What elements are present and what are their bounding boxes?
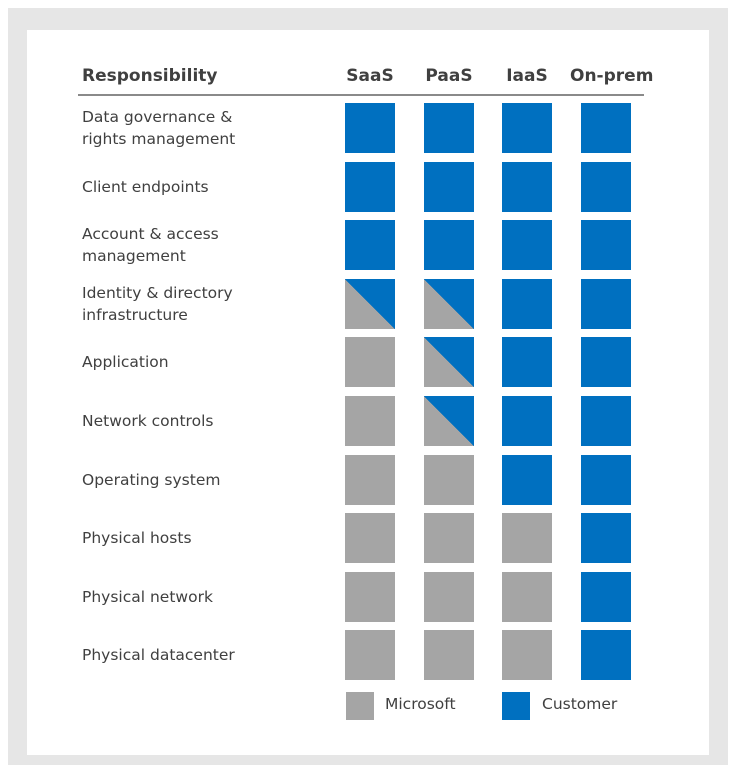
cell-client-endpoints-iaas-customer bbox=[502, 162, 552, 212]
row-label-text: Physical hosts bbox=[82, 527, 192, 549]
header-divider bbox=[78, 94, 644, 96]
row-label-physical-hosts: Physical hosts bbox=[82, 513, 322, 563]
cell-physical-network-saas-microsoft bbox=[345, 572, 395, 622]
row-label-line: rights management bbox=[82, 130, 236, 148]
row-label-data-governance-and-rights-management: Data governance & rights management bbox=[82, 103, 322, 153]
row-label-text: Data governance & rights management bbox=[82, 106, 235, 150]
column-header-saas: SaaS bbox=[346, 66, 394, 86]
row-label-text: Physical datacenter bbox=[82, 644, 235, 666]
cell-network-controls-iaas-customer bbox=[502, 396, 552, 446]
cell-physical-hosts-on-prem-customer bbox=[581, 513, 631, 563]
legend-customer-swatch bbox=[502, 692, 530, 720]
row-label-physical-datacenter: Physical datacenter bbox=[82, 630, 322, 680]
row-label-client-endpoints: Client endpoints bbox=[82, 162, 322, 212]
row-label-operating-system: Operating system bbox=[82, 455, 322, 505]
cell-physical-network-iaas-microsoft bbox=[502, 572, 552, 622]
cell-identity-and-directory-infrastructure-paas-shared bbox=[424, 279, 474, 329]
cell-application-on-prem-customer bbox=[581, 337, 631, 387]
row-label-text: Operating system bbox=[82, 469, 220, 491]
row-label-line: management bbox=[82, 247, 186, 265]
row-label-network-controls: Network controls bbox=[82, 396, 322, 446]
cell-data-governance-and-rights-management-saas-customer bbox=[345, 103, 395, 153]
legend-microsoft-label: Microsoft bbox=[385, 695, 456, 713]
cell-identity-and-directory-infrastructure-on-prem-customer bbox=[581, 279, 631, 329]
row-label-physical-network: Physical network bbox=[82, 572, 322, 622]
legend-customer-label: Customer bbox=[542, 695, 618, 713]
row-label-text: Client endpoints bbox=[82, 176, 209, 198]
cell-application-saas-microsoft bbox=[345, 337, 395, 387]
legend-microsoft-swatch bbox=[346, 692, 374, 720]
cell-physical-datacenter-on-prem-customer bbox=[581, 630, 631, 680]
row-label-line: Account & access bbox=[82, 225, 219, 243]
row-label-line: Client endpoints bbox=[82, 178, 209, 196]
cell-identity-and-directory-infrastructure-iaas-customer bbox=[502, 279, 552, 329]
row-label-line: Application bbox=[82, 353, 169, 371]
cell-physical-hosts-iaas-microsoft bbox=[502, 513, 552, 563]
cell-network-controls-on-prem-customer bbox=[581, 396, 631, 446]
cell-application-paas-shared bbox=[424, 337, 474, 387]
cell-physical-datacenter-saas-microsoft bbox=[345, 630, 395, 680]
row-label-line: Identity & directory bbox=[82, 284, 233, 302]
row-label-text: Account & access management bbox=[82, 223, 219, 267]
cell-data-governance-and-rights-management-iaas-customer bbox=[502, 103, 552, 153]
cell-network-controls-saas-microsoft bbox=[345, 396, 395, 446]
row-label-line: Operating system bbox=[82, 471, 221, 489]
column-header-iaas: IaaS bbox=[506, 66, 548, 86]
cell-network-controls-paas-shared bbox=[424, 396, 474, 446]
cell-physical-datacenter-paas-microsoft bbox=[424, 630, 474, 680]
row-label-line: Data governance & bbox=[82, 108, 233, 126]
cell-application-iaas-customer bbox=[502, 337, 552, 387]
row-label-line: infrastructure bbox=[82, 306, 188, 324]
row-label-line: Physical hosts bbox=[82, 529, 192, 547]
cell-operating-system-on-prem-customer bbox=[581, 455, 631, 505]
column-header-on-prem: On-prem bbox=[570, 66, 654, 86]
row-label-line: Physical datacenter bbox=[82, 646, 235, 664]
row-label-identity-and-directory-infrastructure: Identity & directory infrastructure bbox=[82, 279, 322, 329]
cell-data-governance-and-rights-management-on-prem-customer bbox=[581, 103, 631, 153]
row-label-line: Network controls bbox=[82, 412, 214, 430]
column-header-paas: PaaS bbox=[425, 66, 473, 86]
cell-data-governance-and-rights-management-paas-customer bbox=[424, 103, 474, 153]
responsibility-header: Responsibility bbox=[82, 66, 218, 86]
cell-physical-network-paas-microsoft bbox=[424, 572, 474, 622]
row-label-text: Application bbox=[82, 351, 169, 373]
cell-client-endpoints-saas-customer bbox=[345, 162, 395, 212]
cell-identity-and-directory-infrastructure-saas-shared bbox=[345, 279, 395, 329]
cell-physical-hosts-saas-microsoft bbox=[345, 513, 395, 563]
cell-physical-datacenter-iaas-microsoft bbox=[502, 630, 552, 680]
cell-physical-network-on-prem-customer bbox=[581, 572, 631, 622]
row-label-account-and-access-management: Account & access management bbox=[82, 220, 322, 270]
cell-client-endpoints-paas-customer bbox=[424, 162, 474, 212]
cell-client-endpoints-on-prem-customer bbox=[581, 162, 631, 212]
row-label-text: Identity & directory infrastructure bbox=[82, 282, 233, 326]
cell-operating-system-iaas-customer bbox=[502, 455, 552, 505]
cell-account-and-access-management-iaas-customer bbox=[502, 220, 552, 270]
cell-operating-system-paas-microsoft bbox=[424, 455, 474, 505]
cell-physical-hosts-paas-microsoft bbox=[424, 513, 474, 563]
cell-account-and-access-management-paas-customer bbox=[424, 220, 474, 270]
cell-operating-system-saas-microsoft bbox=[345, 455, 395, 505]
row-label-text: Network controls bbox=[82, 410, 213, 432]
row-label-application: Application bbox=[82, 337, 322, 387]
cell-account-and-access-management-on-prem-customer bbox=[581, 220, 631, 270]
row-label-text: Physical network bbox=[82, 586, 213, 608]
cell-account-and-access-management-saas-customer bbox=[345, 220, 395, 270]
row-label-line: Physical network bbox=[82, 588, 213, 606]
